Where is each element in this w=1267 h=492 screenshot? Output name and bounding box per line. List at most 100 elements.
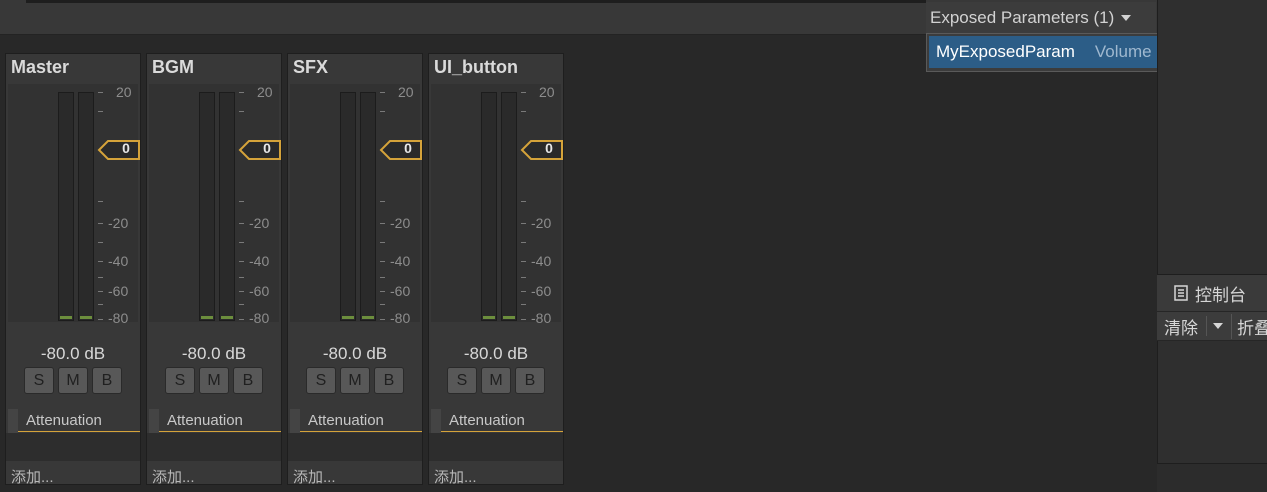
tick: [521, 111, 526, 112]
db-value: -80.0 dB: [463, 344, 529, 363]
meter-area: 20 -20 -40 -60 -80 0: [8, 84, 141, 326]
tick: [98, 277, 103, 278]
scale-label: -40: [531, 253, 552, 269]
meter-area: 20 -20 -40 -60 -80 0: [290, 84, 423, 326]
tick: [98, 242, 103, 243]
bypass-button[interactable]: B: [515, 367, 545, 394]
console-icon: [1174, 285, 1188, 301]
add-effect-button[interactable]: 添加...: [152, 466, 195, 487]
mute-button[interactable]: M: [58, 367, 88, 394]
tick: [239, 242, 244, 243]
console-bottom: [1157, 463, 1267, 492]
tick: [98, 111, 103, 112]
tick: [521, 304, 526, 305]
tick: [521, 223, 526, 224]
tick: [239, 319, 244, 320]
volume-fader[interactable]: 0: [238, 139, 282, 161]
db-value: -80.0 dB: [40, 344, 106, 363]
tick: [98, 304, 103, 305]
scale-label: 20: [116, 84, 132, 100]
scale-label: -80: [531, 310, 552, 326]
mixer-strip-sfx: SFX 20 -20 -40 -60 -80 0 -80.0 dB S M B …: [287, 53, 423, 487]
volume-fader[interactable]: 0: [379, 139, 423, 161]
solo-button[interactable]: S: [24, 367, 54, 394]
add-effect-button[interactable]: 添加...: [434, 466, 477, 487]
solo-button[interactable]: S: [165, 367, 195, 394]
strip-title: UI_button: [434, 57, 518, 77]
scale-label: -40: [249, 253, 270, 269]
strip-title: Master: [11, 57, 70, 77]
mixer-strip-ui-button: UI_button 20 -20 -40 -60 -80 0 -80.0 dB …: [428, 53, 564, 487]
smb-buttons: S M B: [306, 367, 404, 394]
exposed-parameters-label: Exposed Parameters (1): [930, 7, 1115, 27]
scale-label: -40: [390, 253, 411, 269]
exposed-parameters-button[interactable]: Exposed Parameters (1): [926, 2, 1156, 33]
scale-label: 20: [398, 84, 414, 100]
mixer-strip-bgm: BGM 20 -20 -40 -60 -80 0 -80.0 dB S M B …: [146, 53, 282, 487]
tick: [239, 304, 244, 305]
console-toolbar: 清除 折叠: [1157, 311, 1267, 341]
meter-right: [501, 92, 517, 321]
scale-label: -20: [390, 215, 411, 231]
smb-buttons: S M B: [24, 367, 122, 394]
volume-fader[interactable]: 0: [97, 139, 141, 161]
smb-buttons: S M B: [447, 367, 545, 394]
tick: [98, 201, 103, 202]
tick: [521, 261, 526, 262]
db-value: -80.0 dB: [322, 344, 388, 363]
tick: [239, 201, 244, 202]
solo-button[interactable]: S: [306, 367, 336, 394]
add-effect-button[interactable]: 添加...: [293, 466, 336, 487]
meter-area: 20 -20 -40 -60 -80 0: [431, 84, 564, 326]
scale-label: -40: [108, 253, 129, 269]
tick: [380, 304, 385, 305]
tick: [380, 223, 385, 224]
meter-area: 20 -20 -40 -60 -80 0: [149, 84, 282, 326]
scale-label: -20: [531, 215, 552, 231]
bypass-button[interactable]: B: [92, 367, 122, 394]
console-tab[interactable]: 控制台: [1157, 274, 1267, 311]
solo-button[interactable]: S: [447, 367, 477, 394]
effect-marker: [431, 409, 441, 433]
bypass-button[interactable]: B: [233, 367, 263, 394]
fader-value: 0: [122, 140, 130, 156]
scale-label: -20: [249, 215, 270, 231]
scale-label: -80: [249, 310, 270, 326]
tick: [239, 277, 244, 278]
mixer-strip-master: Master 20 -20 -40 -60 -80 0 -80.0 dB S M…: [5, 53, 141, 487]
meter-left: [58, 92, 74, 321]
collapse-button[interactable]: 折叠: [1231, 313, 1267, 339]
tick: [521, 92, 526, 93]
scale-label: -80: [108, 310, 129, 326]
strip-title: BGM: [152, 57, 194, 77]
clear-options-icon[interactable]: [1206, 316, 1223, 336]
bypass-button[interactable]: B: [374, 367, 404, 394]
db-value: -80.0 dB: [181, 344, 247, 363]
fader-value: 0: [545, 140, 553, 156]
attenuation-effect[interactable]: Attenuation: [300, 409, 422, 432]
fader-value: 0: [263, 140, 271, 156]
mute-button[interactable]: M: [199, 367, 229, 394]
scale-label: -20: [108, 215, 129, 231]
meter-right: [78, 92, 94, 321]
tick: [239, 223, 244, 224]
right-panel: [1157, 0, 1267, 492]
fader-value: 0: [404, 140, 412, 156]
tick: [521, 319, 526, 320]
toolbar-edge: [26, 0, 926, 3]
tick: [380, 261, 385, 262]
tick: [521, 291, 526, 292]
add-effect-button[interactable]: 添加...: [11, 466, 54, 487]
meter-right: [219, 92, 235, 321]
volume-fader[interactable]: 0: [520, 139, 564, 161]
mute-button[interactable]: M: [340, 367, 370, 394]
attenuation-effect[interactable]: Attenuation: [18, 409, 140, 432]
scale-label: -60: [249, 283, 270, 299]
meter-left: [199, 92, 215, 321]
mute-button[interactable]: M: [481, 367, 511, 394]
clear-button[interactable]: 清除: [1164, 314, 1198, 339]
attenuation-effect[interactable]: Attenuation: [441, 409, 563, 432]
tick: [98, 261, 103, 262]
tick: [98, 92, 103, 93]
attenuation-effect[interactable]: Attenuation: [159, 409, 281, 432]
